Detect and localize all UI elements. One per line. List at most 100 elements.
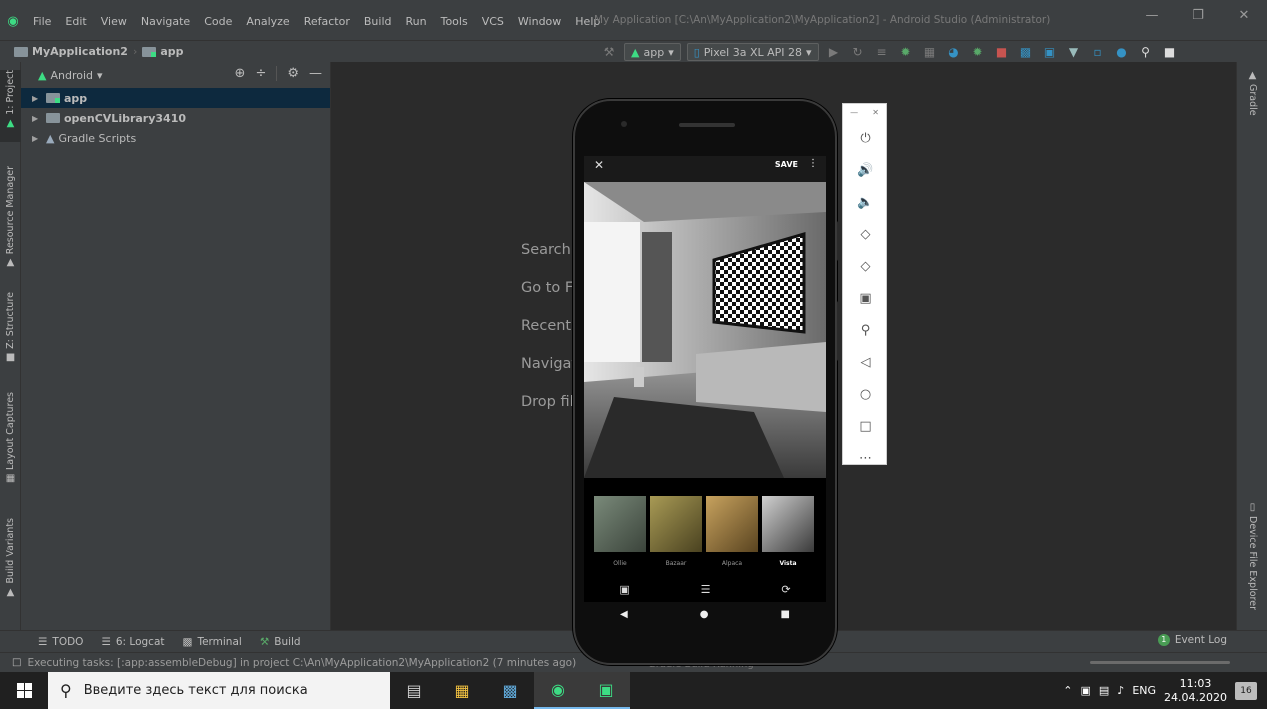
menu-run[interactable]: Run (399, 15, 434, 28)
network-icon[interactable]: ▣ (1080, 684, 1090, 697)
tab-logcat[interactable]: ☰ 6: Logcat (101, 636, 164, 648)
menu-edit[interactable]: Edit (58, 15, 93, 28)
more-vert-icon[interactable]: ⋮ (808, 158, 818, 169)
gear-icon[interactable]: ⚙ (287, 66, 299, 81)
filter-tool-icon[interactable]: ▣ (619, 583, 629, 596)
android-studio-icon[interactable]: ◉ (0, 14, 26, 29)
run-config-select[interactable]: ▲ app ▾ (624, 43, 681, 61)
layout-inspector-icon[interactable]: ▫ (1089, 45, 1107, 59)
tab-build-variants[interactable]: Build Variants ▲ (0, 518, 21, 598)
tab-device-file-explorer[interactable]: ▯ Device File Explorer (1237, 502, 1267, 612)
run-icon[interactable]: ▶ (825, 45, 843, 59)
menu-view[interactable]: View (94, 15, 134, 28)
minimize-icon[interactable]: — (1129, 8, 1175, 23)
close-icon[interactable]: ✕ (594, 158, 604, 172)
menu-analyze[interactable]: Analyze (239, 15, 296, 28)
apply-changes-icon[interactable]: ↻ (849, 45, 867, 59)
apply-code-icon[interactable]: ≡ (873, 45, 891, 59)
menu-code[interactable]: Code (197, 15, 239, 28)
tab-terminal[interactable]: ▩ Terminal (183, 636, 242, 648)
chevron-up-icon[interactable]: ⌃ (1063, 684, 1072, 697)
menu-refactor[interactable]: Refactor (297, 15, 357, 28)
menu-tools[interactable]: Tools (434, 15, 475, 28)
recents-icon[interactable]: ■ (781, 609, 790, 620)
back-icon[interactable]: ◀ (620, 609, 628, 620)
sync-gradle-icon[interactable]: ▩ (1017, 45, 1035, 59)
debug-icon[interactable]: ✹ (897, 45, 915, 59)
profile-icon[interactable]: ◕ (945, 45, 963, 59)
home-icon[interactable]: ● (700, 609, 709, 620)
expand-arrow-icon[interactable]: ▶ (32, 134, 46, 143)
volume-icon[interactable]: ♪ (1117, 684, 1124, 697)
filter-alpaca[interactable]: Alpaca (706, 496, 758, 567)
hammer-icon[interactable]: ⚒ (600, 45, 618, 59)
save-button[interactable]: SAVE (775, 160, 798, 169)
resource-icon[interactable]: ● (1113, 45, 1131, 59)
menu-vcs[interactable]: VCS (475, 15, 511, 28)
user-icon[interactable]: ■ (1161, 45, 1179, 59)
menu-build[interactable]: Build (357, 15, 399, 28)
file-explorer-icon[interactable]: ▦ (438, 672, 486, 709)
filter-vista[interactable]: Vista (762, 496, 814, 567)
crop-rotate-icon[interactable]: ⟳ (781, 583, 790, 596)
clock[interactable]: 11:03 24.04.2020 (1164, 677, 1227, 705)
attach-debugger-icon[interactable]: ✹ (969, 45, 987, 59)
tab-todo[interactable]: ☰ TODO (38, 636, 83, 648)
event-log-button[interactable]: 1 Event Log (1157, 634, 1227, 646)
more-icon[interactable]: ⋯ (843, 442, 888, 474)
zoom-icon[interactable]: ⚲ (843, 314, 888, 346)
search-icon[interactable]: ⚲ (1137, 45, 1155, 59)
screenshot-icon[interactable]: ▣ (843, 282, 888, 314)
filter-ollie[interactable]: Ollie (594, 496, 646, 567)
tab-project[interactable]: 1: Project ▲ (0, 70, 21, 142)
taskbar-search[interactable]: ⚲ Введите здесь текст для поиска (48, 672, 390, 709)
volume-up-icon[interactable]: 🔊 (843, 154, 888, 186)
locate-icon[interactable]: ⊕ (235, 66, 246, 81)
tree-item-opencv[interactable]: ▶ openCVLibrary3410 (21, 108, 330, 128)
phone-screen[interactable]: ✕ SAVE ⋮ Ollie Bazaar Alpaca Vista ▣ ☰ ⟳ (584, 156, 826, 602)
filter-bazaar[interactable]: Bazaar (650, 496, 702, 567)
status-text[interactable]: Executing tasks: [:app:assembleDebug] in… (27, 657, 576, 669)
volume-down-icon[interactable]: 🔈 (843, 186, 888, 218)
menu-file[interactable]: File (26, 15, 58, 28)
app-icon[interactable]: ▩ (486, 672, 534, 709)
expand-arrow-icon[interactable]: ▶ (32, 114, 46, 123)
wifi-icon[interactable]: ▤ (1099, 684, 1109, 697)
restore-icon[interactable]: ❐ (1175, 8, 1221, 23)
emulator-taskbar-icon[interactable]: ▣ (582, 672, 630, 709)
close-icon[interactable]: ✕ (872, 108, 879, 122)
breadcrumb-project[interactable]: MyApplication2 (32, 45, 128, 58)
task-view-icon[interactable]: ▤ (390, 672, 438, 709)
breadcrumb-module[interactable]: app (160, 45, 183, 58)
avd-manager-icon[interactable]: ▣ (1041, 45, 1059, 59)
tab-gradle[interactable]: ▲ Gradle (1237, 70, 1267, 130)
language-indicator[interactable]: ENG (1132, 684, 1156, 697)
collapse-all-icon[interactable]: ÷ (255, 66, 266, 81)
tree-item-gradle-scripts[interactable]: ▶ ▲ Gradle Scripts (21, 128, 330, 148)
home-icon[interactable]: ○ (843, 378, 888, 410)
android-studio-taskbar-icon[interactable]: ◉ (534, 672, 582, 709)
coverage-icon[interactable]: ▦ (921, 45, 939, 59)
close-icon[interactable]: ✕ (1221, 8, 1267, 23)
power-icon[interactable]: ⏻ (843, 122, 888, 154)
menu-navigate[interactable]: Navigate (134, 15, 197, 28)
overview-icon[interactable]: □ (843, 410, 888, 442)
adjust-tool-icon[interactable]: ☰ (701, 583, 711, 596)
sdk-manager-icon[interactable]: ▼ (1065, 45, 1083, 59)
window-icon[interactable]: □ (12, 657, 21, 668)
project-view-select[interactable]: ▲ Android ▾ (38, 69, 103, 82)
tab-build[interactable]: ⚒ Build (260, 636, 301, 648)
rotate-left-icon[interactable]: ◇ (843, 218, 888, 250)
rotate-right-icon[interactable]: ◇ (843, 250, 888, 282)
start-button[interactable] (0, 672, 48, 709)
tab-structure[interactable]: Z: Structure ■ (0, 292, 21, 364)
stop-icon[interactable]: ■ (993, 45, 1011, 59)
tab-resource-manager[interactable]: Resource Manager ▲ (0, 166, 21, 268)
hide-icon[interactable]: — (309, 66, 322, 81)
build-progress-bar[interactable] (1090, 661, 1230, 664)
device-select[interactable]: ▯ Pixel 3a XL API 28 ▾ (686, 43, 819, 61)
back-icon[interactable]: ◁ (843, 346, 888, 378)
expand-arrow-icon[interactable]: ▶ (32, 94, 46, 103)
notification-center-badge[interactable]: 16 (1235, 681, 1257, 700)
tab-layout-captures[interactable]: Layout Captures ▦ (0, 392, 21, 484)
